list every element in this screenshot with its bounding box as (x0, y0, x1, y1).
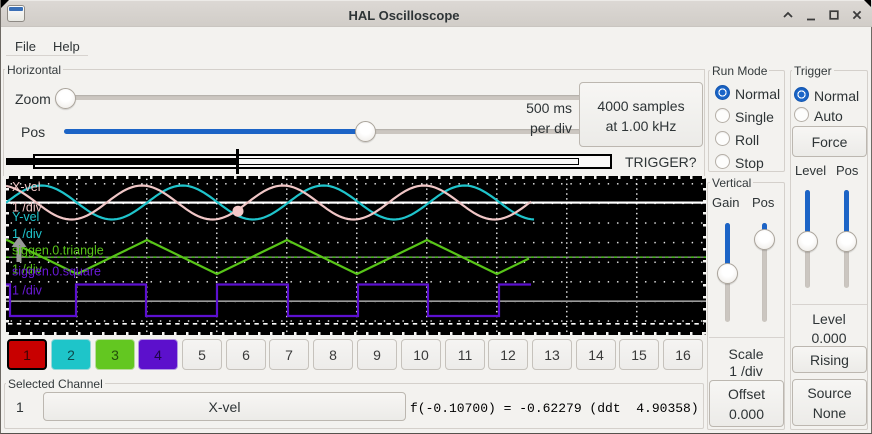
svg-text:siggen.0.triangle: siggen.0.triangle (12, 244, 104, 258)
svg-text:1 /div: 1 /div (12, 227, 43, 241)
svg-text:siggen.0.square: siggen.0.square (12, 265, 101, 279)
svg-text:Y-vel: Y-vel (12, 210, 39, 224)
svg-text:1 /div: 1 /div (12, 284, 43, 298)
svg-text:X-vel: X-vel (12, 180, 40, 194)
